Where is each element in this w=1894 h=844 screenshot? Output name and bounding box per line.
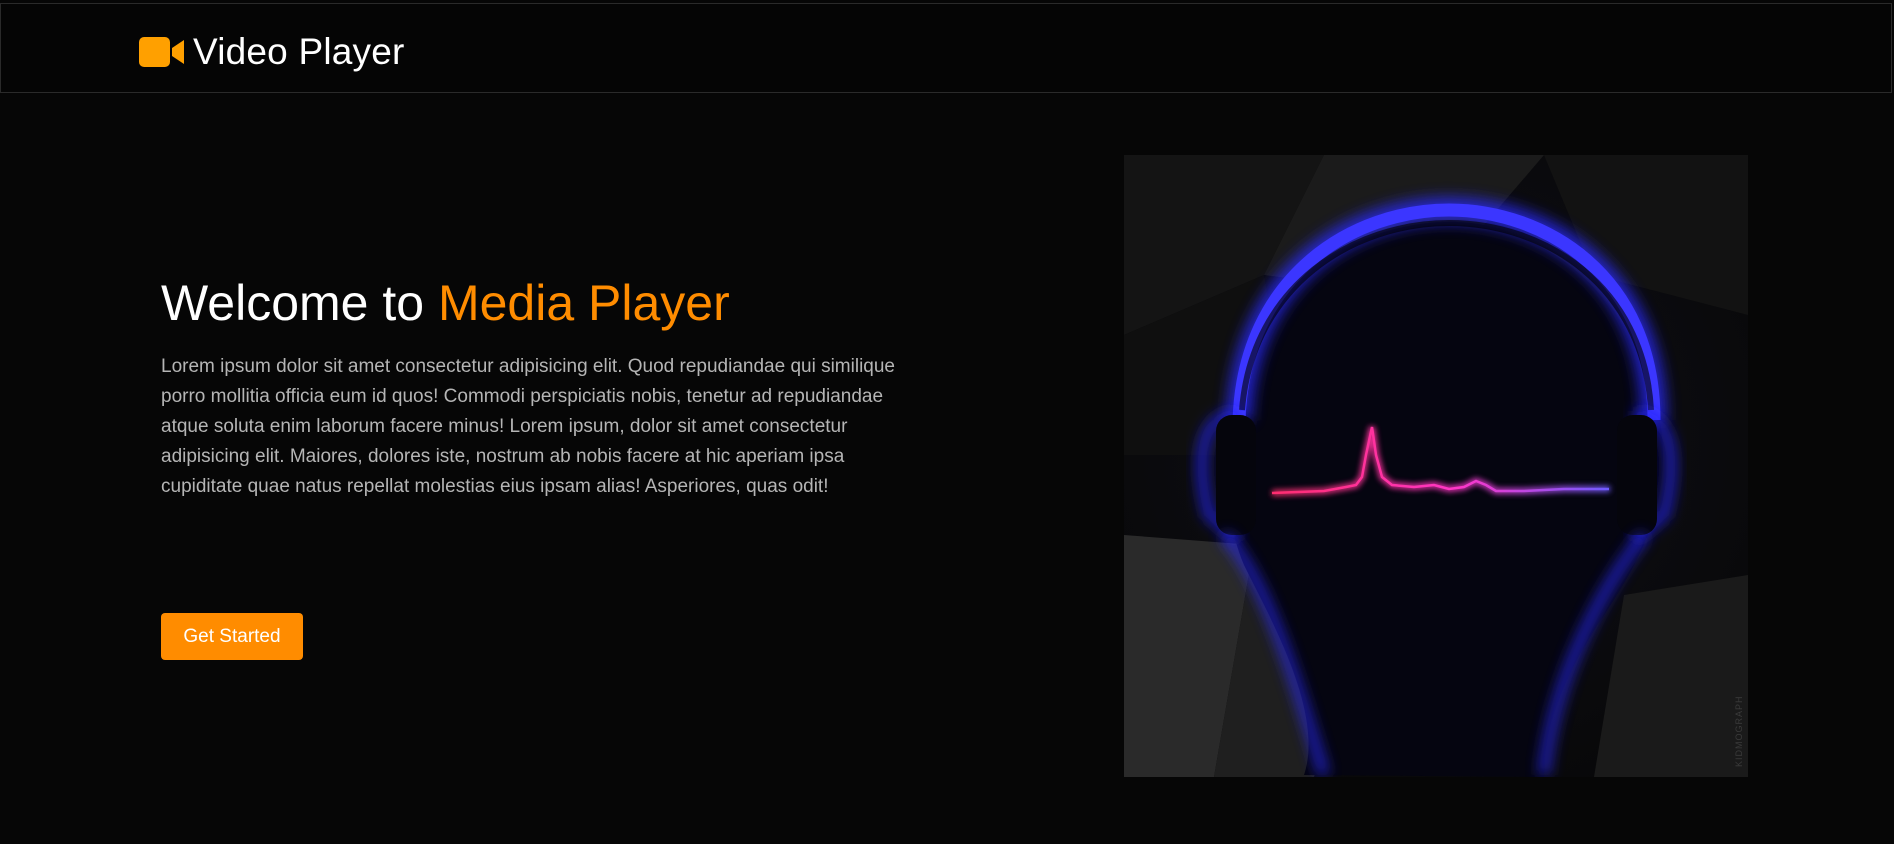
hero-title-prefix: Welcome to bbox=[161, 275, 438, 331]
hero-image: KIDMOGRAPH bbox=[1124, 155, 1748, 777]
hero-title: Welcome to Media Player bbox=[161, 268, 921, 338]
brand-logo-link[interactable]: Video Player bbox=[139, 28, 405, 76]
get-started-button[interactable]: Get Started bbox=[161, 613, 303, 660]
hero-description: Lorem ipsum dolor sit amet consectetur a… bbox=[161, 356, 895, 497]
brand-label: Video Player bbox=[193, 31, 405, 72]
hero-title-accent: Media Player bbox=[437, 275, 730, 331]
page: Video Player Welcome to Media Player Lor… bbox=[0, 0, 1894, 844]
hero-section: Welcome to Media Player Lorem ipsum dolo… bbox=[161, 268, 921, 502]
video-camera-icon bbox=[139, 37, 184, 67]
hero-image-watermark: KIDMOGRAPH bbox=[1734, 695, 1744, 767]
navbar: Video Player bbox=[0, 3, 1892, 93]
